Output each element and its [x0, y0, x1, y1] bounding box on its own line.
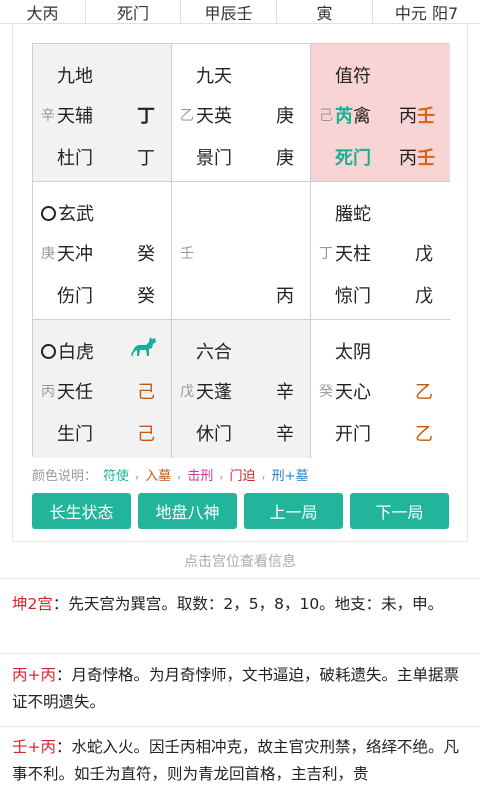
previous-chart-button[interactable]: 上一局 [244, 493, 343, 529]
palace-4[interactable]: 玄武 庚 天冲 癸 伤门 癸 [33, 182, 172, 320]
topbar-cell-3: 甲辰壬 [181, 0, 277, 24]
paragraph-key: 丙+丙 [12, 666, 56, 684]
door-stem: 辛 [276, 424, 294, 445]
door: 死门 [335, 148, 371, 169]
info-paragraph-2: 丙+丙：月奇悖格。为月奇悖师，文书逼迫，破耗遗失。主单据票证不明遗失。 [12, 662, 470, 716]
palace-2[interactable]: 九天 乙 天英 庚 景门 庚 [172, 44, 311, 182]
next-chart-button[interactable]: 下一局 [350, 493, 449, 529]
topbar-cell-2: 死门 [86, 0, 181, 24]
star-stem: 己 [137, 382, 155, 403]
palace-5-center[interactable]: 壬 丙 [172, 182, 311, 320]
star-stem: 乙 [415, 382, 433, 403]
palace-6[interactable]: 螣蛇 丁 天柱 戊 惊门 戊 [311, 182, 450, 320]
door: 开门 [335, 424, 371, 445]
hidden-stem: 己 [319, 108, 333, 124]
deity: 六合 [196, 342, 232, 363]
legend-item-xingmu: 刑+墓 [271, 469, 309, 484]
star-stem: 丁 [137, 106, 155, 127]
door-stem-b: 壬 [417, 148, 435, 169]
star-stem: 癸 [137, 244, 155, 265]
door-stem: 癸 [137, 286, 155, 307]
hidden-stem: 丙 [41, 384, 55, 400]
star-stem: 辛 [276, 382, 294, 403]
palace-8[interactable]: 六合 戊 天蓬 辛 休门 辛 [172, 320, 311, 458]
deity: 值符 [335, 66, 371, 87]
topbar-cell-1: 大丙 [0, 0, 86, 24]
star: 天蓬 [196, 382, 232, 403]
door-stem: 乙 [415, 424, 433, 445]
star: 天心 [335, 382, 371, 403]
topbar-cell-4: 寅 [277, 0, 373, 24]
door: 景门 [196, 148, 232, 169]
topbar-cell-5: 中元 阳7 [394, 4, 459, 23]
legend-item-menpo: 门迫 [229, 469, 256, 484]
door: 休门 [196, 424, 232, 445]
door-stem: 丁 [137, 148, 155, 169]
divider [0, 578, 480, 579]
color-legend: 颜色说明： 符使 , 入墓 , 击刑 , 门迫 , 刑+墓 [32, 467, 309, 484]
deity: 白虎 [58, 342, 94, 363]
paragraph-key: 坤2宫 [12, 595, 53, 613]
star-stem: 戊 [415, 244, 433, 265]
dipan-bashen-button[interactable]: 地盘八神 [138, 493, 237, 529]
top-info-bar: 大丙 死门 甲辰壬 寅 中元 阳7 [0, 0, 480, 24]
legend-label: 颜色说明： [32, 469, 98, 484]
paragraph-text: ：月奇悖格。为月奇悖师，文书逼迫，破耗遗失。主单据票证不明遗失。 [12, 666, 460, 711]
door-stem-a: 丙 [399, 148, 417, 169]
legend-item-jixing: 击刑 [187, 469, 214, 484]
door-stem: 丙 [276, 286, 294, 307]
legend-item-fushi: 符使 [103, 469, 130, 484]
star: 天冲 [57, 244, 93, 265]
action-buttons: 长生状态 地盘八神 上一局 下一局 [32, 493, 449, 529]
nine-palace-grid: 九地 辛 天辅 丁 杜门 丁 九天 乙 天英 庚 景门 庚 值符 己 芮 禽 丙… [32, 43, 450, 458]
horse-icon [131, 337, 156, 357]
divider [0, 653, 480, 654]
deity: 玄武 [58, 204, 94, 225]
deity-wrap: 玄武 [41, 200, 94, 226]
palace-3[interactable]: 值符 己 芮 禽 丙 壬 死门 丙 壬 [311, 44, 450, 182]
hidden-stem: 戊 [180, 384, 194, 400]
hidden-stem: 辛 [41, 108, 55, 124]
hidden-stem: 庚 [41, 246, 55, 262]
palace-9[interactable]: 太阴 癸 天心 乙 开门 乙 [311, 320, 450, 458]
star-stem-b: 壬 [417, 106, 435, 127]
star: 天英 [196, 106, 232, 127]
deity: 太阴 [335, 342, 371, 363]
star: 天辅 [57, 106, 93, 127]
door: 杜门 [57, 148, 93, 169]
star: 天任 [57, 382, 93, 403]
deity: 九天 [196, 66, 232, 87]
divider [0, 726, 480, 727]
legend-item-rumu: 入墓 [145, 469, 172, 484]
star: 天柱 [335, 244, 371, 265]
hidden-stem: 癸 [319, 384, 333, 400]
star-stem: 庚 [276, 106, 294, 127]
star-secondary: 禽 [353, 106, 371, 127]
tap-palace-hint: 点击宫位查看信息 [184, 554, 296, 570]
door: 伤门 [57, 286, 93, 307]
star-stem-a: 丙 [399, 106, 417, 127]
door: 生门 [57, 424, 93, 445]
deity-wrap: 白虎 [41, 338, 94, 364]
hidden-stem: 壬 [180, 246, 194, 262]
changsheng-status-button[interactable]: 长生状态 [32, 493, 131, 529]
door-stem: 己 [137, 424, 155, 445]
info-paragraph-3: 壬+丙：水蛇入火。因壬丙相冲克，故主官灾刑禁，络绎不绝。凡事不利。如壬为直符，则… [12, 734, 470, 788]
paragraph-text: ：水蛇入火。因壬丙相冲克，故主官灾刑禁，络绎不绝。凡事不利。如壬为直符，则为青龙… [12, 738, 460, 783]
door: 惊门 [335, 286, 371, 307]
door-stem: 戊 [415, 286, 433, 307]
info-paragraph-1: 坤2宫：先天宫为巽宫。取数：2，5，8，10。地支：未，申。 [12, 591, 470, 618]
deity: 九地 [57, 66, 93, 87]
hidden-stem: 丁 [319, 246, 333, 262]
deity: 螣蛇 [335, 204, 371, 225]
palace-7[interactable]: 白虎 丙 天任 己 生门 己 [33, 320, 172, 458]
void-circle-icon [41, 343, 56, 359]
hidden-stem: 乙 [180, 108, 194, 124]
paragraph-key: 壬+丙 [12, 738, 56, 756]
palace-1[interactable]: 九地 辛 天辅 丁 杜门 丁 [33, 44, 172, 182]
paragraph-text: ：先天宫为巽宫。取数：2，5，8，10。地支：未，申。 [52, 595, 444, 613]
door-stem: 庚 [276, 148, 294, 169]
star-primary: 芮 [335, 106, 353, 127]
void-circle-icon [41, 205, 56, 221]
